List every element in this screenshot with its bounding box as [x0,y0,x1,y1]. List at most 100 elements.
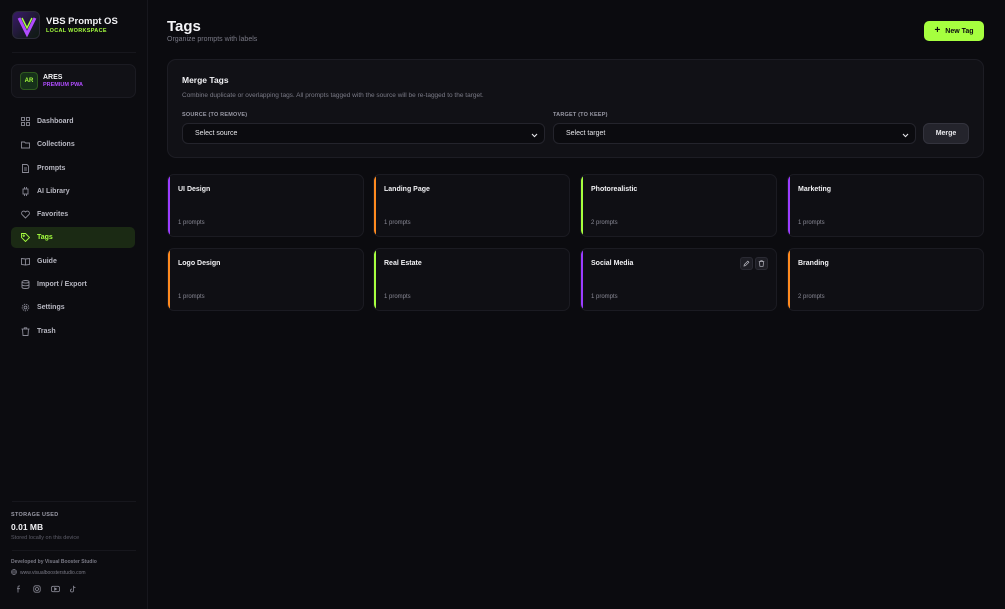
sidebar-item-label: Favorites [37,211,69,219]
sidebar-item-label: Import / Export [37,281,87,289]
facebook-icon[interactable] [14,584,24,594]
plus-icon: + [934,25,941,36]
tag-color-bar [374,175,376,236]
document-icon [21,163,30,173]
divider [12,550,136,551]
tag-name: Real Estate [384,260,422,267]
sidebar-nav: Dashboard Collections Prompts AI Library… [11,111,135,344]
developer-name: Developed by Visual Booster Studio [11,559,97,565]
tag-color-bar [168,249,170,310]
sidebar-item-label: AI Library [37,187,70,195]
tag-name: Landing Page [384,186,430,193]
divider [12,501,136,502]
tag-prompt-count: 2 prompts [798,294,825,300]
target-select-value: Select target [566,130,606,137]
tag-name: Logo Design [178,260,221,267]
tag-prompt-count: 1 prompts [178,220,205,226]
tag-card-ui-design[interactable]: UI Design 1 prompts [167,174,364,237]
source-select[interactable]: Select source [182,123,545,144]
sidebar-item-label: Settings [37,304,65,312]
sidebar-item-label: Trash [37,327,56,335]
tag-card-logo-design[interactable]: Logo Design 1 prompts [167,248,364,311]
gear-icon [21,303,30,312]
sidebar-item-label: Tags [37,234,53,242]
user-card[interactable]: AR ARES PREMIUM PWA [11,64,136,98]
sidebar-item-label: Guide [37,257,57,265]
sidebar-item-label: Prompts [37,164,66,172]
tag-color-bar [581,175,583,236]
chevron-down-icon [531,125,538,143]
sidebar: VBS Prompt OS LOCAL WORKSPACE AR ARES PR… [0,0,148,609]
app-logo [12,11,40,39]
globe-icon [11,569,17,577]
tag-card-photorealistic[interactable]: Photorealistic 2 prompts [580,174,777,237]
storage-note: Stored locally on this device [11,535,80,541]
target-select[interactable]: Select target [553,123,916,144]
avatar: AR [20,72,38,90]
storage-info: STORAGE USED 0.01 MB Stored locally on t… [11,512,79,541]
target-label: TARGET (TO KEEP) [553,112,608,118]
sidebar-item-guide[interactable]: Guide [11,251,135,272]
youtube-icon[interactable] [50,584,60,594]
divider [12,52,136,53]
tag-card-branding[interactable]: Branding 2 prompts [787,248,984,311]
user-plan: PREMIUM PWA [43,82,84,88]
merge-title: Merge Tags [182,75,229,85]
developer-site: www.visualboosterstudio.com [20,570,86,576]
chevron-down-icon [902,125,909,143]
sidebar-item-tags[interactable]: Tags [11,227,135,249]
trash-icon[interactable] [755,257,768,270]
tag-card-landing-page[interactable]: Landing Page 1 prompts [373,174,570,237]
edit-icon[interactable] [740,257,753,270]
tag-color-bar [788,249,790,310]
page-title: Tags [167,18,201,35]
tag-card-real-estate[interactable]: Real Estate 1 prompts [373,248,570,311]
sidebar-item-import-export[interactable]: Import / Export [11,274,135,295]
tag-name: Photorealistic [591,186,638,193]
tag-card-social-media[interactable]: Social Media 1 prompts [580,248,777,311]
tag-name: Social Media [591,260,634,267]
grid-icon [21,117,30,126]
tag-color-bar [581,249,583,310]
sidebar-item-trash[interactable]: Trash [11,321,135,342]
chip-icon [21,186,30,196]
sidebar-item-dashboard[interactable]: Dashboard [11,111,135,132]
merge-button[interactable]: Merge [923,123,969,144]
tag-color-bar [374,249,376,310]
tiktok-icon[interactable] [68,584,78,594]
tag-actions [738,257,768,270]
sidebar-item-settings[interactable]: Settings [11,297,135,318]
source-label: SOURCE (TO REMOVE) [182,112,248,118]
tag-name: UI Design [178,186,211,193]
trash-icon [21,327,30,336]
brand[interactable]: VBS Prompt OS LOCAL WORKSPACE [12,11,118,39]
new-tag-label: New Tag [945,27,974,35]
merge-description: Combine duplicate or overlapping tags. A… [182,92,484,99]
sidebar-item-label: Dashboard [37,118,74,125]
sidebar-item-prompts[interactable]: Prompts [11,158,135,179]
social-links [14,584,86,594]
tag-prompt-count: 1 prompts [384,294,411,300]
developer-credit: Developed by Visual Booster Studio www.v… [11,559,97,577]
source-select-value: Select source [195,130,238,137]
user-name: ARES [43,74,63,81]
tag-icon [21,233,30,243]
developer-site-link[interactable]: www.visualboosterstudio.com [11,569,97,577]
sidebar-item-favorites[interactable]: Favorites [11,204,135,225]
tag-color-bar [168,175,170,236]
tag-prompt-count: 2 prompts [591,220,618,226]
app-subtitle: LOCAL WORKSPACE [46,27,107,34]
tag-prompt-count: 1 prompts [798,220,825,226]
sidebar-item-ai-library[interactable]: AI Library [11,181,135,202]
instagram-icon[interactable] [32,584,42,594]
page-subtitle: Organize prompts with labels [167,36,258,43]
database-icon [21,280,30,290]
tag-prompt-count: 1 prompts [384,220,411,226]
sidebar-item-collections[interactable]: Collections [11,134,135,155]
tag-name: Marketing [798,186,832,193]
tag-name: Branding [798,260,829,267]
book-icon [21,257,30,266]
new-tag-button[interactable]: + New Tag [924,21,984,41]
storage-label: STORAGE USED [11,512,59,518]
tag-card-marketing[interactable]: Marketing 1 prompts [787,174,984,237]
